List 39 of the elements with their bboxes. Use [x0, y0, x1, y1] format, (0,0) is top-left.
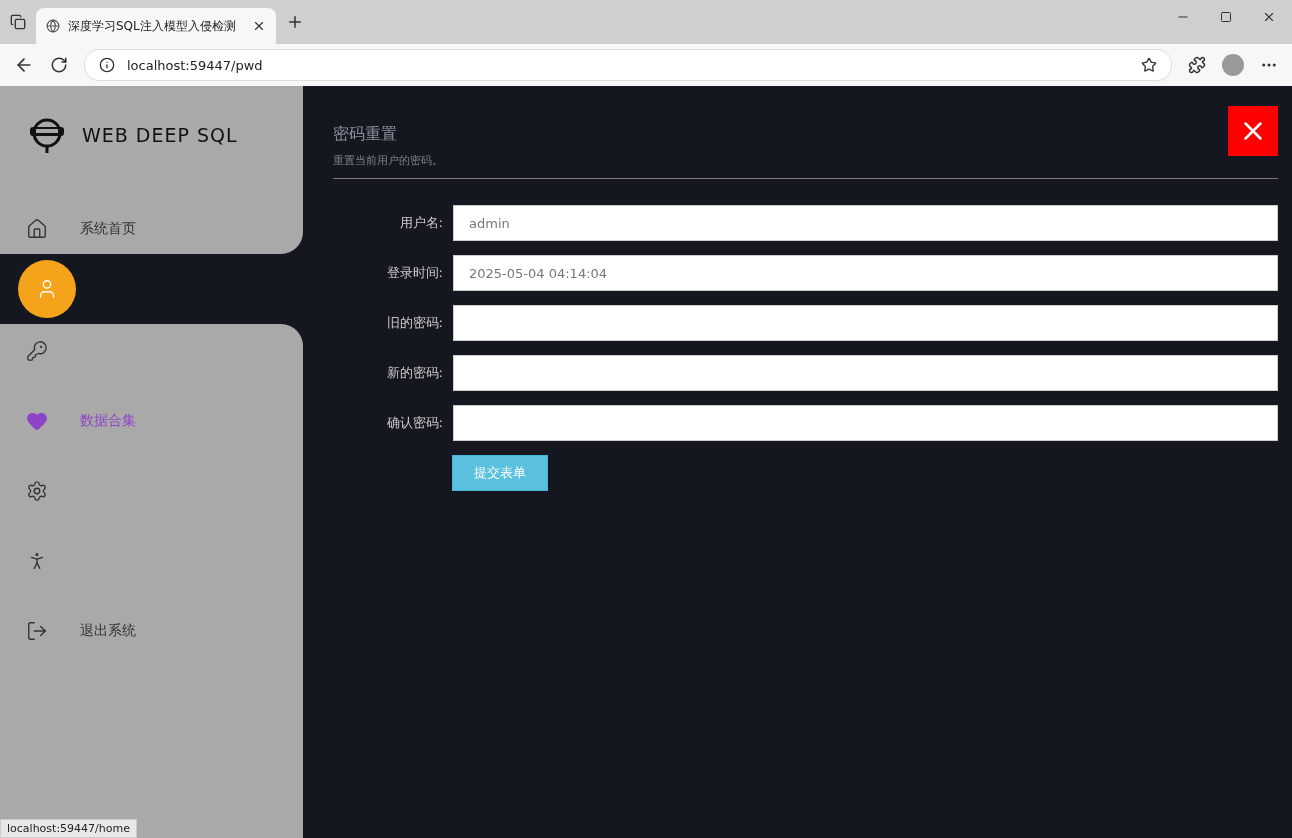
tab-title: 深度学习SQL注入模型入侵检测: [68, 17, 237, 35]
nav-item[interactable]: 系统首页: [26, 214, 303, 244]
field-label: 确认密码:: [385, 414, 444, 432]
maximize-icon[interactable]: [1220, 11, 1232, 23]
close-button[interactable]: [1228, 106, 1278, 156]
key-icon: [26, 340, 48, 362]
tab-actions-icon[interactable]: [10, 14, 26, 30]
field-label: 新的密码:: [385, 364, 444, 382]
star-icon[interactable]: [1141, 57, 1157, 73]
input-field[interactable]: admin: [453, 205, 1278, 241]
close-icon[interactable]: [1262, 10, 1276, 24]
info-icon[interactable]: [99, 57, 115, 73]
home-icon: [26, 218, 48, 240]
address-field[interactable]: localhost:59447/pwd: [84, 49, 1172, 81]
browser-tab[interactable]: 深度学习SQL注入模型入侵检测: [36, 8, 276, 44]
reload-icon[interactable]: [50, 56, 68, 74]
field-label: 登录时间:: [385, 264, 444, 282]
globe-icon: [46, 19, 60, 33]
status-url: localhost:59447/home: [0, 819, 137, 838]
input-field[interactable]: [453, 405, 1278, 441]
heart-icon: [26, 410, 48, 432]
input-field[interactable]: 2025-05-04 04:14:04: [453, 255, 1278, 291]
page-title: 密码重置: [333, 124, 397, 145]
logout-icon: [26, 620, 48, 642]
input-field[interactable]: [453, 305, 1278, 341]
field-label: 用户名:: [398, 214, 444, 232]
field-label: 旧的密码:: [385, 314, 444, 332]
nav-label: 数据合集: [80, 412, 136, 430]
settings-icon: [26, 480, 48, 502]
close-icon[interactable]: [252, 19, 266, 33]
nav-label: 退出系统: [80, 622, 136, 640]
nav-label: 系统首页: [80, 220, 136, 238]
input-field[interactable]: [453, 355, 1278, 391]
address-text: localhost:59447/pwd: [127, 57, 264, 73]
brand-name: WEB DEEP SQL: [82, 124, 238, 146]
avatar-icon[interactable]: [1222, 54, 1244, 76]
new-tab-icon[interactable]: [286, 13, 304, 31]
nav-item[interactable]: 退出系统: [26, 616, 303, 646]
extensions-icon[interactable]: [1188, 56, 1206, 74]
